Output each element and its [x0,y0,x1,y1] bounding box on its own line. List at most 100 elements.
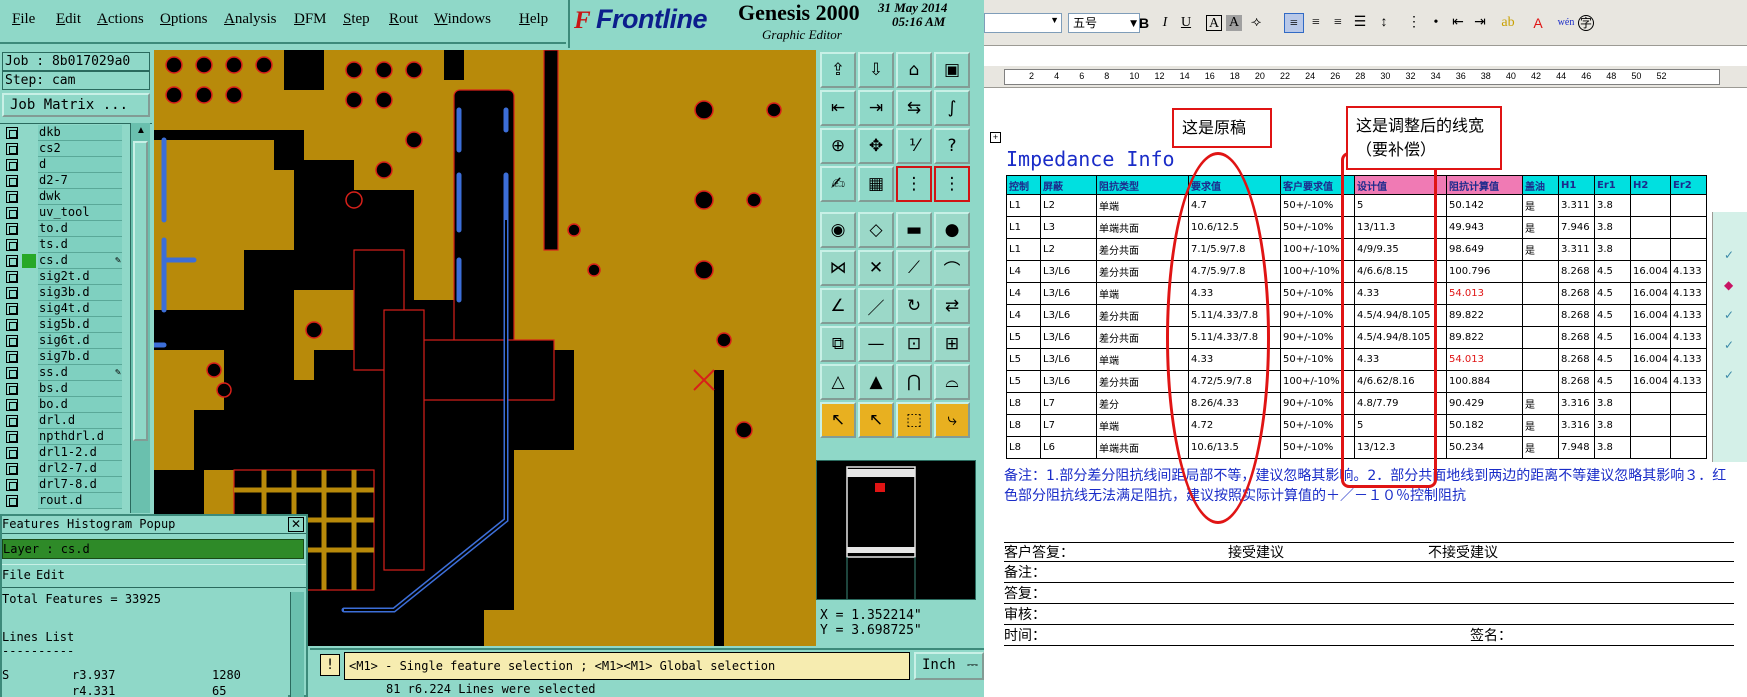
menu-actions[interactable]: Actions [97,11,144,28]
table-cell[interactable]: 3.8 [1594,216,1631,239]
table-cell[interactable]: 16.004 [1630,260,1671,283]
menu-step[interactable]: Step [343,11,370,28]
table-cell[interactable] [1522,282,1559,305]
units-button[interactable]: Inch ⎓ [914,652,984,680]
layer-row[interactable]: cs.d ✎ [0,253,122,269]
table-cell[interactable]: 7.946 [1558,216,1595,239]
bullet-list-icon[interactable]: • [1426,13,1446,33]
table-cell[interactable]: L4 [1006,260,1041,283]
table-cell[interactable]: L5 [1006,326,1041,349]
layer-name[interactable]: drl2-7.d [38,461,122,477]
layer-row[interactable]: d [0,157,122,173]
table-cell[interactable] [1670,414,1707,437]
table-cell[interactable]: L6 [1040,436,1097,459]
home-icon[interactable]: ⌂ [896,52,932,88]
checkbox-icon[interactable] [6,351,18,363]
arc-icon[interactable]: ⌒ [934,250,970,286]
enclose-characters-button[interactable]: 字 [1578,15,1594,31]
grid-icon[interactable]: ▦ [858,166,894,202]
line-icon[interactable]: ／ [858,288,894,324]
select-icon[interactable]: ↖ [858,402,894,438]
layer-name[interactable]: dkb [38,125,122,141]
checkbox-icon[interactable] [6,415,18,427]
layer-name[interactable]: npthdrl.d [38,429,122,445]
table-cell[interactable]: L1 [1006,194,1041,217]
checkbox-icon[interactable] [6,143,18,155]
table-cell[interactable]: 3.8 [1594,414,1631,437]
table-cell[interactable]: 16.004 [1630,326,1671,349]
table-cell[interactable]: 7.948 [1558,436,1595,459]
layer-row[interactable]: uv_tool [0,205,122,221]
step-forward-icon[interactable]: ⇥ [858,90,894,126]
checkbox-icon[interactable] [6,159,18,171]
checkbox-icon[interactable] [6,495,18,507]
font-name-select[interactable]: ▼ [984,13,1062,33]
checkbox-icon[interactable] [6,399,18,411]
table-cell[interactable] [1522,260,1559,283]
layer-row[interactable]: sig6t.d [0,333,122,349]
layer-status-swatch[interactable] [22,446,36,460]
table-cell[interactable] [1630,238,1671,261]
layer-status-swatch[interactable] [22,478,36,492]
scale-icon[interactable]: ⅟ [896,128,932,164]
table-cell[interactable]: L3/L6 [1040,370,1097,393]
step-back-icon[interactable]: ⇤ [820,90,856,126]
table-cell[interactable]: L8 [1006,436,1041,459]
table-cell[interactable]: 是 [1522,194,1559,217]
triangle-icon[interactable]: △ [820,364,856,400]
table-cell[interactable]: 4.133 [1670,304,1707,327]
layer-status-swatch[interactable] [22,126,36,140]
layer-status-swatch[interactable] [22,222,36,236]
layer-status-swatch[interactable] [22,334,36,348]
italic-button[interactable]: I [1155,13,1175,33]
menu-windows[interactable]: Windows [434,11,491,28]
checkbox-icon[interactable] [6,431,18,443]
layer-name[interactable]: cs2 [38,141,122,157]
net-select-icon[interactable]: ⋮ [934,166,970,202]
table-cell[interactable]: 4.133 [1670,348,1707,371]
layer-row[interactable]: sig5b.d [0,317,122,333]
table-cell[interactable]: L8 [1006,392,1041,415]
check-icon[interactable]: ✓ [1724,368,1734,382]
pad-icon[interactable]: ● [934,212,970,248]
table-cell[interactable]: 8.268 [1558,260,1595,283]
layer-status-swatch[interactable] [22,398,36,412]
layer-row[interactable]: rout.d [0,493,122,509]
arch-icon[interactable]: ⋂ [896,364,932,400]
layer-name[interactable]: d2-7 [38,173,122,189]
align-center-icon[interactable]: ≡ [1306,13,1326,33]
menu-options[interactable]: Options [160,11,208,28]
table-cell[interactable]: 90.429 [1446,392,1523,415]
justify-icon[interactable]: ☰ [1350,13,1370,33]
table-cell[interactable]: 54.013 [1446,282,1523,305]
table-cell[interactable]: 8.268 [1558,326,1595,349]
font-size-select[interactable]: 五号 ▼ [1068,13,1140,33]
character-shading-button[interactable]: A [1226,15,1242,31]
layer-row[interactable]: ss.d ✎ [0,365,122,381]
layer-name[interactable]: dwk [38,189,122,205]
layer-status-swatch[interactable] [22,366,36,380]
layer-row[interactable]: dwk [0,189,122,205]
highlight-icon[interactable]: ⟢ [1246,13,1266,33]
checkbox-icon[interactable] [6,223,18,235]
table-cell[interactable]: 4.5 [1594,260,1631,283]
layer-scrollbar[interactable]: ▲ [130,123,150,513]
table-cell[interactable]: 3.311 [1558,238,1595,261]
checkbox-icon[interactable] [6,287,18,299]
check-icon[interactable]: ✓ [1724,248,1734,262]
layer-name[interactable]: sig2t.d [38,269,122,285]
delete-icon[interactable]: ✕ [858,250,894,286]
checkbox-icon[interactable] [6,367,18,379]
minus-icon[interactable]: — [858,326,894,362]
table-cell[interactable]: L1 [1006,216,1041,239]
table-cell[interactable]: L7 [1040,392,1097,415]
table-cell[interactable]: 3.8 [1594,194,1631,217]
layer-row[interactable]: bo.d [0,397,122,413]
table-cell[interactable]: 4.133 [1670,370,1707,393]
upload-icon[interactable]: ⇪ [820,52,856,88]
layer-status-swatch[interactable] [22,286,36,300]
layer-status-swatch[interactable] [22,462,36,476]
check-icon[interactable]: ✓ [1724,308,1734,322]
layer-row[interactable]: sig3b.d [0,285,122,301]
table-cell[interactable] [1522,348,1559,371]
